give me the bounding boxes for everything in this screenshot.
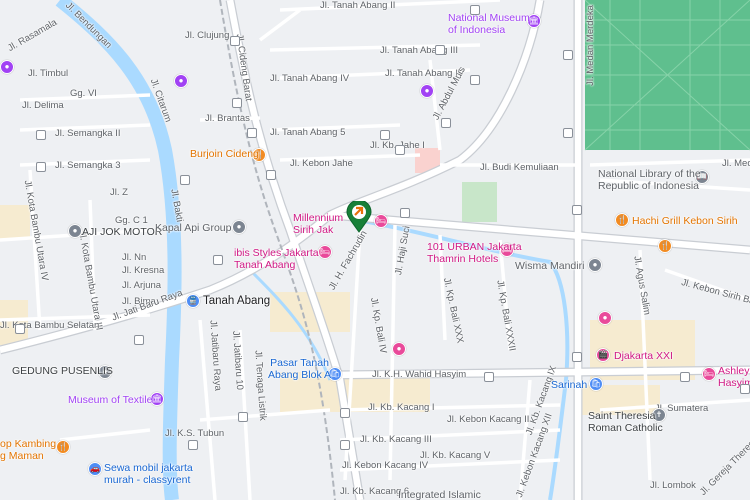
bus-stop-icon[interactable] (435, 45, 445, 55)
bus-stop-icon[interactable] (15, 324, 25, 334)
cinema-icon[interactable]: 🎬 (596, 348, 610, 362)
map-canvas[interactable]: Jl. Tanah Abang II Jl. Tanah Abang III J… (0, 0, 750, 500)
bus-stop-icon[interactable] (572, 352, 582, 362)
place-label[interactable]: Burjoin Cideng (190, 148, 259, 160)
bus-stop-icon[interactable] (238, 412, 248, 422)
street-label: Jl. Kresna (122, 265, 165, 276)
street-label: Jl. Tanah Abang III (380, 45, 458, 56)
bus-stop-icon[interactable] (134, 335, 144, 345)
bus-stop-icon[interactable] (470, 75, 480, 85)
bus-stop-icon[interactable] (572, 205, 582, 215)
bus-stop-icon[interactable] (563, 128, 573, 138)
place-label[interactable]: AJI JOK MOTOR (82, 226, 162, 238)
bus-stop-icon[interactable] (36, 130, 46, 140)
place-label[interactable]: Sewa mobil jakarta murah - classyrent (104, 462, 193, 486)
shopping-icon[interactable]: 🛍 (589, 377, 603, 391)
place-label[interactable]: op Kambing g Maman (0, 438, 56, 462)
bus-stop-icon[interactable] (441, 118, 451, 128)
restaurant-icon[interactable]: 🍴 (615, 213, 629, 227)
street-label: Jl. K.H. Wahid Hasyim (372, 369, 467, 380)
place-label[interactable]: Integrated Islamic (398, 489, 481, 500)
street-label: Jl. Kb. Kacang III (360, 434, 432, 445)
train-icon[interactable]: 🚆 (186, 294, 200, 308)
street-label: Jl. Clujung (185, 30, 230, 41)
place-label[interactable]: Millennium Sirih Jak (293, 212, 343, 236)
bus-stop-icon[interactable] (740, 384, 750, 394)
car-rental-icon[interactable]: 🚗 (88, 462, 102, 476)
river (55, 0, 182, 500)
park-area (462, 182, 497, 222)
place-icon[interactable]: ● (598, 311, 612, 325)
street-label: Jl. Semangka II (55, 128, 121, 139)
street-label: Jl. Brantas (205, 113, 250, 124)
bus-stop-icon[interactable] (180, 175, 190, 185)
street-label: Jl. Budi Kemuliaan (480, 162, 559, 173)
bus-stop-icon[interactable] (247, 128, 257, 138)
hotel-icon[interactable]: 🛏 (702, 367, 716, 381)
street-label: Jl. Timbul (28, 68, 69, 79)
place-icon[interactable]: ● (0, 60, 14, 74)
place-label[interactable]: Djakarta XXI (614, 350, 673, 362)
bus-stop-icon[interactable] (563, 50, 573, 60)
bus-stop-icon[interactable] (340, 440, 350, 450)
street-label: Jl. Medan Merdeka (584, 5, 596, 86)
street-label: Jl. Tanah Abang II (320, 0, 396, 11)
street-label: Jl. Kebon Jahe (290, 158, 353, 169)
street-label: Jl. Medan (722, 158, 750, 169)
shop-icon[interactable]: ● (68, 224, 82, 238)
restaurant-icon[interactable]: 🍴 (56, 440, 70, 454)
street-label: Jl. Kb. Kacang V (420, 450, 491, 461)
bus-stop-icon[interactable] (266, 170, 276, 180)
bus-stop-icon[interactable] (400, 208, 410, 218)
street-label: Jl. Kebon Kacang II (447, 414, 530, 425)
hotel-icon[interactable]: 🛏 (318, 245, 332, 259)
place-label[interactable]: ibis Styles Jakarta Tanah Abang (234, 247, 319, 271)
place-label[interactable]: 101 URBAN Jakarta Thamrin Hotels (427, 241, 522, 265)
bus-stop-icon[interactable] (232, 98, 242, 108)
hotel-icon[interactable]: 🛏 (374, 214, 388, 228)
street-label: Jl. Lombok (650, 480, 696, 491)
street-label: Jl. Delima (22, 100, 64, 111)
place-label[interactable]: Tanah Abang (203, 295, 270, 307)
street-label: Jl. Semangka 3 (55, 160, 121, 171)
place-label[interactable]: Hachi Grill Kebon Sirih (632, 215, 738, 227)
place-label[interactable]: National Museum of Indonesia (448, 12, 530, 36)
bus-stop-icon[interactable] (188, 440, 198, 450)
bus-stop-icon[interactable] (395, 145, 405, 155)
place-label[interactable]: National Library of the Republic of Indo… (598, 168, 701, 192)
street-label: Gg. VI (70, 88, 97, 99)
street-label: Jl. Nn (122, 252, 147, 263)
street-label: Gg. C 1 (115, 215, 148, 226)
street-label: Jl. K.S. Tubun (165, 428, 225, 439)
place-icon[interactable]: ● (420, 84, 434, 98)
bus-stop-icon[interactable] (213, 255, 223, 265)
place-label[interactable]: Wisma Mandiri (515, 260, 584, 272)
street-label: Jl. Arjuna (122, 280, 162, 291)
place-label[interactable]: Sarinah (551, 379, 587, 391)
bus-stop-icon[interactable] (340, 408, 350, 418)
bus-stop-icon[interactable] (470, 5, 480, 15)
bus-stop-icon[interactable] (230, 36, 240, 46)
building-icon[interactable]: ● (232, 220, 246, 234)
street-label: Jl. Z (110, 187, 128, 198)
bus-stop-icon[interactable] (380, 130, 390, 140)
street-label: Jl. Tanah Abang 5 (270, 127, 346, 138)
bus-stop-icon[interactable] (36, 162, 46, 172)
map-pin-icon (346, 201, 372, 233)
selected-location-pin[interactable] (346, 201, 372, 233)
place-label[interactable]: Museum of Textile (68, 394, 152, 406)
place-label[interactable]: Kapal Api Group (155, 222, 231, 234)
place-label[interactable]: GEDUNG PUSENLIS (12, 365, 113, 377)
restaurant-icon[interactable]: 🍴 (658, 239, 672, 253)
street-label: Jl. Kebon Kacang IV (342, 460, 429, 471)
bus-stop-icon[interactable] (484, 372, 494, 382)
bus-stop-icon[interactable] (680, 372, 690, 382)
place-label[interactable]: Saint Theresia Roman Catholic (588, 410, 663, 434)
street-label: Jl. Tanah Abang IV (270, 73, 350, 84)
place-label[interactable]: Pasar Tanah Abang Blok A (268, 357, 331, 381)
building-icon[interactable]: ● (588, 258, 602, 272)
street-label: Jl. Kb. Kacang I (368, 402, 435, 413)
place-icon[interactable]: ● (392, 342, 406, 356)
place-icon[interactable]: ● (174, 74, 188, 88)
